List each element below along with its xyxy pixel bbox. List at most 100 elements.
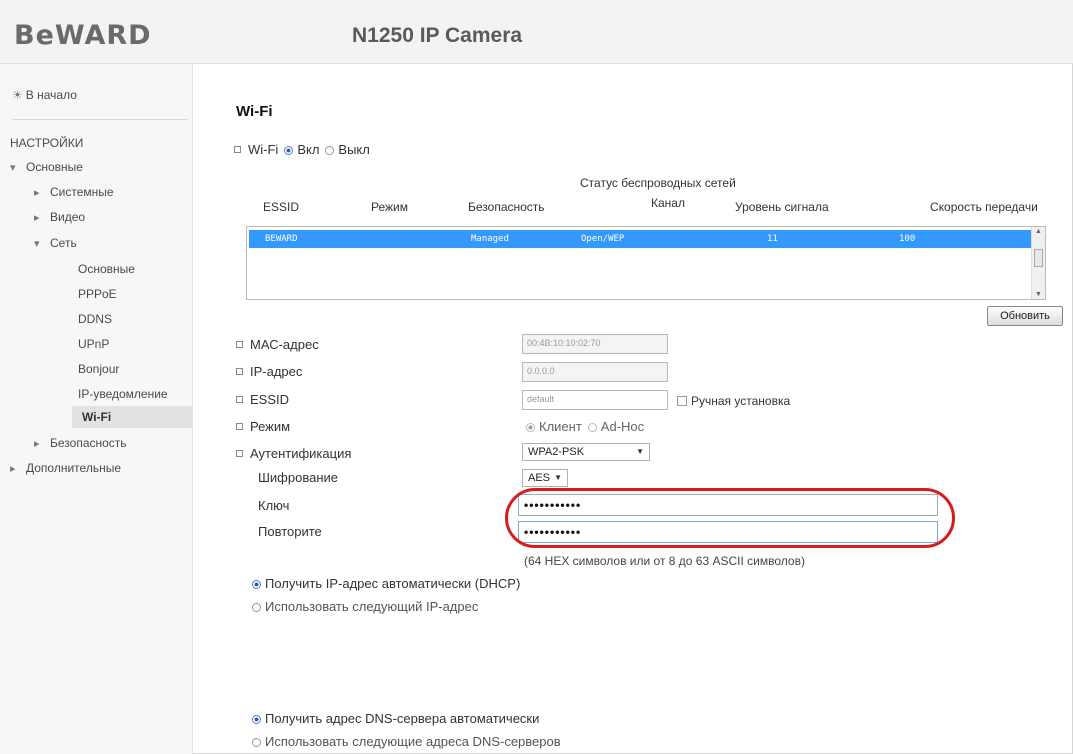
repeat-label: Повторите <box>258 524 322 539</box>
adhoc-label: Ad-Hoc <box>600 419 645 434</box>
manual-setup-row[interactable]: Ручная установка <box>677 394 790 408</box>
bullet-icon <box>234 146 241 153</box>
brand-logo[interactable]: BeWARD <box>14 20 152 51</box>
column-header-essid: ESSID <box>263 200 300 214</box>
camera-title: N1250 IP Camera <box>352 24 523 47</box>
scroll-up-icon[interactable]: ▲ <box>1035 228 1042 235</box>
sidebar-item-network[interactable]: ▾ Сеть <box>34 236 77 250</box>
sidebar-item-label: Видео <box>50 210 86 224</box>
essid-label-text: ESSID <box>250 392 290 407</box>
essid-field[interactable]: default <box>522 390 668 410</box>
mac-label: МАС-адрес <box>236 337 319 352</box>
column-header-channel: Канал <box>651 196 685 210</box>
cell-channel: 11 <box>767 234 778 244</box>
column-header-mode: Режим <box>371 200 408 214</box>
bullet-icon <box>236 368 243 375</box>
mac-field: 00:4B:10:10:02:70 <box>522 334 668 354</box>
home-icon: ☀ <box>12 88 23 102</box>
mode-label-text: Режим <box>250 419 291 434</box>
mac-label-text: МАС-адрес <box>250 337 319 352</box>
sidebar-item-label: Дополнительные <box>26 461 121 475</box>
key-hint: (64 HEX символов или от 8 до 63 ASCII си… <box>524 554 805 568</box>
wifi-toggle-row: Wi-Fi Вкл Выкл <box>234 142 370 157</box>
refresh-button[interactable]: Обновить <box>987 306 1063 326</box>
auth-label: Аутентификация <box>236 446 351 461</box>
dns-manual-radio[interactable] <box>252 738 261 747</box>
wifi-on-label[interactable]: Вкл <box>297 142 319 157</box>
sidebar-item-label: Системные <box>50 185 114 199</box>
mode-radio-group: Клиент Ad-Hoc <box>520 419 644 434</box>
sidebar-item-ip-notification[interactable]: IP-уведомление <box>78 387 168 401</box>
column-header-security: Безопасность <box>468 200 545 214</box>
header: BeWARD N1250 IP Camera <box>0 0 1073 64</box>
bullet-icon <box>236 450 243 457</box>
key-label: Ключ <box>258 498 290 513</box>
ip-manual-option[interactable]: Использовать следующий IP-адрес <box>246 599 478 614</box>
bullet-icon <box>236 396 243 403</box>
networks-scrollbar[interactable]: ▲ ▼ <box>1031 227 1045 299</box>
auth-select[interactable]: WPA2-PSK ▼ <box>522 443 650 461</box>
sidebar-item-label: Основные <box>26 160 83 174</box>
ip-label: IP-адрес <box>236 364 302 379</box>
dns-manual-option[interactable]: Использовать следующие адреса DNS-сервер… <box>246 734 561 749</box>
page-title: Wi-Fi <box>236 103 273 120</box>
ip-auto-option[interactable]: Получить IP-адрес автоматически (DHCP) <box>246 576 520 591</box>
sidebar-item-wifi[interactable]: Wi-Fi <box>72 406 193 428</box>
scroll-thumb[interactable] <box>1034 249 1043 267</box>
sidebar-item-pppoe[interactable]: PPPoE <box>78 287 117 301</box>
sidebar-item-system[interactable]: ▸ Системные <box>34 185 114 199</box>
cell-mode: Managed <box>471 234 509 244</box>
ip-auto-radio[interactable] <box>252 580 261 589</box>
sidebar-item-advanced[interactable]: ▸ Дополнительные <box>10 461 121 475</box>
sidebar-item-security[interactable]: ▸ Безопасность <box>34 436 127 450</box>
sidebar-item-bonjour[interactable]: Bonjour <box>78 362 119 376</box>
cell-essid: BEWARD <box>265 234 298 244</box>
red-highlight-annotation <box>505 488 955 548</box>
column-header-speed: Скорость передачи <box>930 200 1038 214</box>
sidebar-divider <box>12 119 188 120</box>
dns-auto-option[interactable]: Получить адрес DNS-сервера автоматически <box>246 711 539 726</box>
encryption-select[interactable]: AES ▼ <box>522 469 568 487</box>
wifi-off-radio[interactable] <box>325 146 335 155</box>
cell-security: Open/WEP <box>581 234 625 244</box>
sidebar-home-label: В начало <box>25 88 77 102</box>
adhoc-radio[interactable] <box>587 423 597 432</box>
sidebar-item-network-basic[interactable]: Основные <box>78 262 135 276</box>
wifi-label: Wi-Fi <box>248 142 279 157</box>
chevron-down-icon: ▾ <box>10 162 16 174</box>
sidebar-item-upnp[interactable]: UPnP <box>78 337 109 351</box>
essid-label: ESSID <box>236 392 289 407</box>
wifi-off-label[interactable]: Выкл <box>338 142 369 157</box>
networks-list[interactable]: BEWARD Managed Open/WEP 11 100 ▲ ▼ <box>246 226 1046 300</box>
chevron-right-icon: ▸ <box>34 187 40 199</box>
sidebar-item-ddns[interactable]: DDNS <box>78 312 112 326</box>
ip-auto-label: Получить IP-адрес автоматически (DHCP) <box>265 576 521 591</box>
scroll-down-icon[interactable]: ▼ <box>1035 291 1042 298</box>
table-row[interactable]: BEWARD Managed Open/WEP 11 100 <box>249 230 1031 248</box>
client-radio[interactable] <box>526 423 535 432</box>
sidebar-item-label: Wi-Fi <box>82 410 112 424</box>
wifi-on-radio[interactable] <box>284 146 294 155</box>
sidebar-home-link[interactable]: ☀ В начало <box>12 88 77 102</box>
client-label: Клиент <box>539 419 582 434</box>
dns-manual-label: Использовать следующие адреса DNS-сервер… <box>265 734 561 749</box>
cell-signal: 100 <box>899 234 916 244</box>
sidebar-item-video[interactable]: ▸ Видео <box>34 210 85 224</box>
chevron-right-icon: ▸ <box>34 212 40 224</box>
sidebar: ☀ В начало НАСТРОЙКИ ▾ Основные ▸ Системные… <box>0 64 193 754</box>
networks-caption: Статус беспроводных сетей <box>580 176 736 190</box>
ip-field: 0.0.0.0 <box>522 362 668 382</box>
dns-auto-radio[interactable] <box>252 715 261 724</box>
dns-auto-label: Получить адрес DNS-сервера автоматически <box>265 711 540 726</box>
chevron-down-icon: ▾ <box>34 238 40 250</box>
chevron-down-icon: ▼ <box>636 447 644 456</box>
chevron-down-icon: ▼ <box>554 473 562 482</box>
chevron-right-icon: ▸ <box>10 463 16 475</box>
ip-manual-radio[interactable] <box>252 603 261 612</box>
encryption-label: Шифрование <box>258 470 338 485</box>
chevron-right-icon: ▸ <box>34 438 40 450</box>
ip-label-text: IP-адрес <box>250 364 303 379</box>
sidebar-section-title: НАСТРОЙКИ <box>10 136 84 150</box>
manual-setup-checkbox[interactable] <box>677 396 687 406</box>
sidebar-item-basic[interactable]: ▾ Основные <box>10 160 83 174</box>
